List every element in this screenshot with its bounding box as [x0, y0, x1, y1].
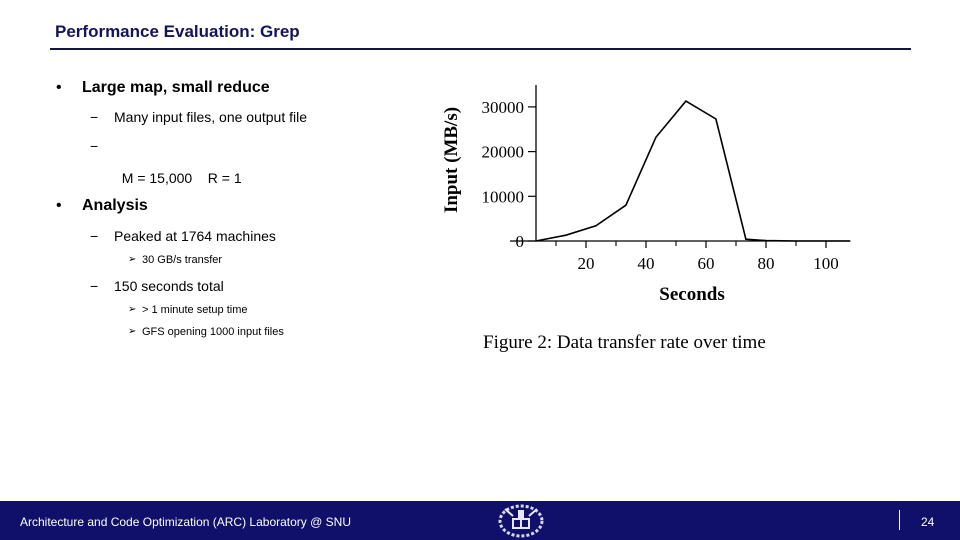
x-tick-label: 100: [813, 254, 839, 273]
data-point: [795, 240, 797, 242]
footer-bar: Architecture and Code Optimization (ARC)…: [0, 501, 960, 540]
x-axis-label: Seconds: [659, 284, 724, 305]
footer-lab-name: Architecture and Code Optimization (ARC)…: [20, 515, 351, 529]
figure-caption: Figure 2: Data transfer rate over time: [483, 332, 766, 353]
series-line-input: [535, 100, 850, 242]
snu-emblem-icon: [498, 504, 544, 538]
data-point: [765, 239, 767, 242]
data-point: [565, 234, 567, 236]
y-axis-label: Input (MB/s): [441, 107, 462, 213]
y-tick-label: 0: [516, 232, 525, 251]
data-point: [685, 100, 687, 102]
data-point: [849, 240, 851, 242]
data-point: [625, 204, 627, 206]
x-tick-label: 40: [638, 254, 655, 273]
data-point: [595, 225, 597, 227]
transfer-rate-chart: 0 10000 20000 30000 20 40 60 80 100 Input (MB/s)…: [441, 85, 851, 305]
chart-ticks: 0 10000 20000 30000 20 40 60 80 100: [482, 98, 839, 273]
y-tick-label: 30000: [482, 98, 525, 117]
x-tick-label: 20: [578, 254, 595, 273]
x-tick-label: 80: [758, 254, 775, 273]
data-point: [535, 240, 537, 242]
data-point: [715, 118, 717, 120]
data-point: [745, 238, 747, 240]
x-tick-label: 60: [698, 254, 715, 273]
footer-separator: [899, 510, 900, 530]
y-tick-label: 20000: [482, 143, 525, 162]
y-tick-label: 10000: [482, 187, 525, 206]
chart-series: [535, 100, 851, 242]
page-number: 24: [921, 515, 935, 529]
data-point: [655, 136, 657, 138]
